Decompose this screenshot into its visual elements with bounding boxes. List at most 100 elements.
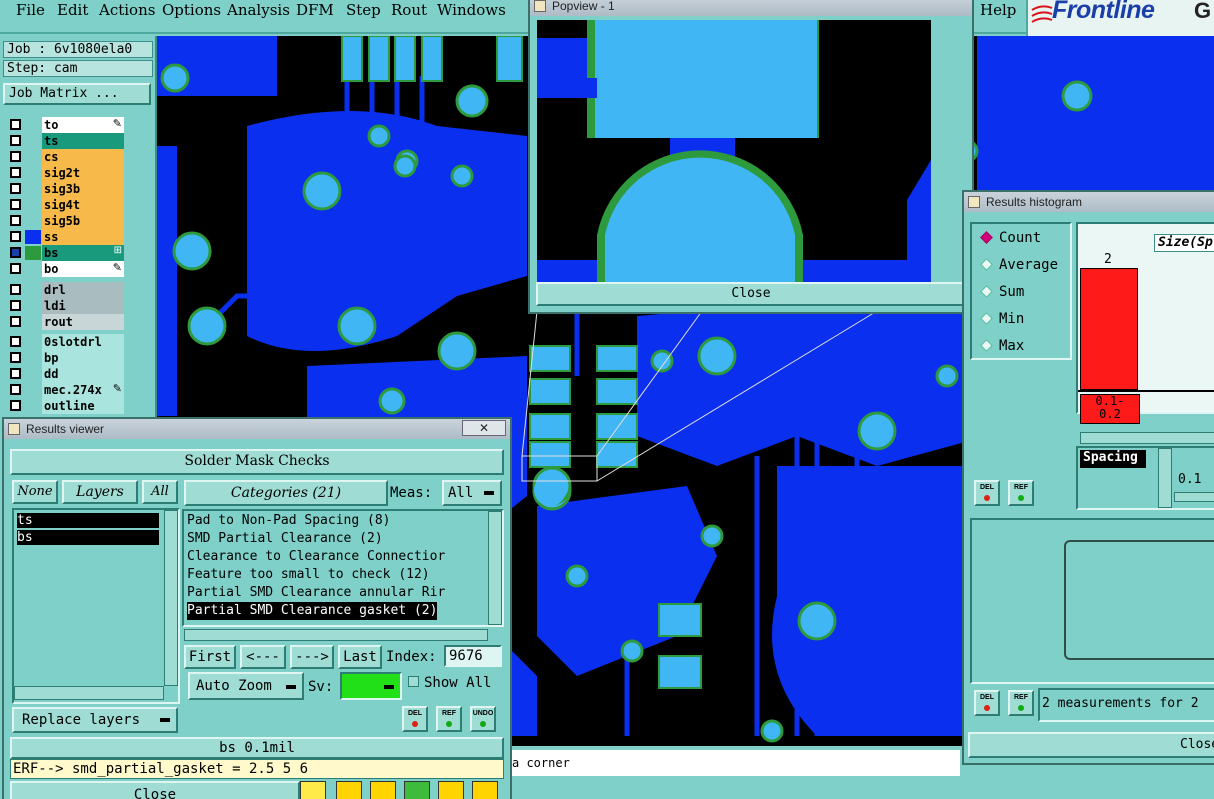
histogram-del-button[interactable]: DEL [974, 480, 1000, 506]
histogram-bin-label[interactable]: 0.1- 0.2 [1080, 394, 1140, 424]
category-item[interactable]: Partial SMD Clearance gasket (2) [187, 602, 438, 620]
layer-name[interactable]: dd [42, 366, 124, 382]
prev-button[interactable]: <--- [240, 645, 286, 669]
layer-color-swatch[interactable] [25, 299, 41, 313]
menu-edit[interactable]: Edit [57, 1, 88, 19]
meas-dropdown[interactable]: All [442, 480, 502, 506]
tool-green-icon[interactable] [404, 781, 430, 799]
layer-color-swatch[interactable] [25, 150, 41, 164]
tool-cancel-icon[interactable] [370, 781, 396, 799]
categories-h-scrollbar[interactable] [184, 629, 488, 641]
layer-color-swatch[interactable] [25, 134, 41, 148]
layer-color-swatch[interactable] [25, 335, 41, 349]
histogram-bar[interactable] [1080, 268, 1138, 390]
layer-color-swatch[interactable] [25, 214, 41, 228]
layers-none-button[interactable]: None [12, 480, 58, 504]
layer-checkbox[interactable] [10, 352, 21, 363]
layer-row-bs[interactable]: bs ⊞ [6, 245, 124, 261]
layer-checkbox[interactable] [10, 135, 21, 146]
layer-color-swatch[interactable] [25, 367, 41, 381]
layer-row-sig3b[interactable]: sig3b [6, 181, 124, 197]
replace-layers-dropdown[interactable]: Replace layers [12, 707, 178, 733]
layer-checkbox[interactable] [10, 284, 21, 295]
show-all-checkbox[interactable] [408, 676, 419, 687]
category-item[interactable]: Partial SMD Clearance annular Rir [187, 584, 445, 602]
last-button[interactable]: Last [338, 645, 382, 669]
layer-name[interactable]: ss [42, 229, 124, 245]
layer-name[interactable]: bp [42, 350, 124, 366]
layer-color-swatch[interactable] [25, 182, 41, 196]
layer-name[interactable]: rout [42, 314, 124, 330]
category-item[interactable]: Feature too small to check (12) [187, 566, 430, 584]
layer-name[interactable]: sig2t [42, 165, 124, 181]
popview-titlebar[interactable]: Popview - 1 [530, 0, 972, 16]
auto-zoom-dropdown[interactable]: Auto Zoom [188, 672, 304, 700]
layer-checkbox[interactable] [10, 263, 21, 274]
layer-name[interactable]: mec.274x [42, 382, 124, 398]
menu-file[interactable]: File [16, 1, 45, 19]
layer-color-swatch[interactable] [25, 166, 41, 180]
menu-rout[interactable]: Rout [391, 1, 427, 19]
layer-name[interactable]: bo [42, 261, 124, 277]
layer-color-swatch[interactable] [25, 262, 41, 276]
layer-row-sig4t[interactable]: sig4t [6, 197, 124, 213]
tool-probe-icon[interactable] [300, 781, 326, 799]
layer-row-to[interactable]: to ✎ [6, 117, 124, 133]
layer-row-ts[interactable]: ts [6, 133, 124, 149]
menu-step[interactable]: Step [346, 1, 381, 19]
layer-checkbox[interactable] [10, 215, 21, 226]
layer-checkbox[interactable] [10, 336, 21, 347]
layer-color-swatch[interactable] [25, 283, 41, 297]
menu-actions[interactable]: Actions [99, 1, 155, 19]
layer-name[interactable]: bs [42, 245, 124, 261]
layer-row-ldi[interactable]: ldi [6, 298, 124, 314]
layer-list-v-scrollbar[interactable] [164, 510, 178, 686]
measure-v-scrollbar[interactable] [1158, 448, 1172, 508]
layer-color-swatch[interactable] [25, 230, 41, 244]
layer-name[interactable]: drl [42, 282, 124, 298]
layer-row-sig5b[interactable]: sig5b [6, 213, 124, 229]
layer-name[interactable]: sig5b [42, 213, 124, 229]
measure-spacing-item[interactable]: Spacing [1080, 450, 1146, 468]
layer-row-ss[interactable]: ss [6, 229, 124, 245]
layer-row-mec-274x[interactable]: mec.274x ✎ [6, 382, 124, 398]
histogram-h-scrollbar[interactable] [1080, 432, 1214, 444]
layer-checkbox[interactable] [10, 400, 21, 411]
layer-color-swatch[interactable] [25, 383, 41, 397]
layer-row-outline[interactable]: outline [6, 398, 124, 414]
layer-checkbox[interactable] [10, 151, 21, 162]
layer-name[interactable]: to [42, 117, 124, 133]
layer-name[interactable]: sig3b [42, 181, 124, 197]
layer-checkbox[interactable] [10, 167, 21, 178]
radio-max[interactable]: Max [980, 338, 1024, 354]
popview-close-button[interactable]: Close [536, 282, 966, 306]
histogram-ref-button[interactable]: REF [1008, 480, 1034, 506]
next-button[interactable]: ---> [290, 645, 334, 669]
layer-checkbox[interactable] [10, 316, 21, 327]
categories-button[interactable]: Categories (21) [184, 480, 388, 506]
job-matrix-button[interactable]: Job Matrix ... [3, 83, 151, 105]
layer-row-bo[interactable]: bo ✎ [6, 261, 124, 277]
menu-analysis[interactable]: Analysis [227, 1, 290, 19]
tool-report-icon[interactable] [438, 781, 464, 799]
layer-name[interactable]: outline [42, 398, 124, 414]
layer-checkbox[interactable] [10, 368, 21, 379]
layer-checkbox[interactable] [10, 183, 21, 194]
layer-row-0slotdrl[interactable]: 0slotdrl [6, 334, 124, 350]
category-item[interactable]: SMD Partial Clearance (2) [187, 530, 383, 548]
layer-selection-list[interactable]: ts bs [12, 508, 180, 704]
layer-name[interactable]: ldi [42, 298, 124, 314]
first-button[interactable]: First [184, 645, 236, 669]
layer-checkbox[interactable] [10, 231, 21, 242]
layers-button[interactable]: Layers [62, 480, 138, 504]
selected-layer-bs[interactable]: bs [17, 530, 159, 545]
layer-checkbox[interactable] [10, 199, 21, 210]
layer-checkbox[interactable] [10, 384, 21, 395]
index-input[interactable]: 9676 [444, 645, 502, 667]
selected-layer-ts[interactable]: ts [17, 513, 159, 528]
results-del-button[interactable]: DEL [402, 706, 428, 732]
results-close-button[interactable]: Close [10, 781, 300, 799]
layer-name[interactable]: 0slotdrl [42, 334, 124, 350]
category-item[interactable]: Pad to Non-Pad Spacing (8) [187, 512, 391, 530]
layer-checkbox[interactable] [10, 119, 21, 130]
